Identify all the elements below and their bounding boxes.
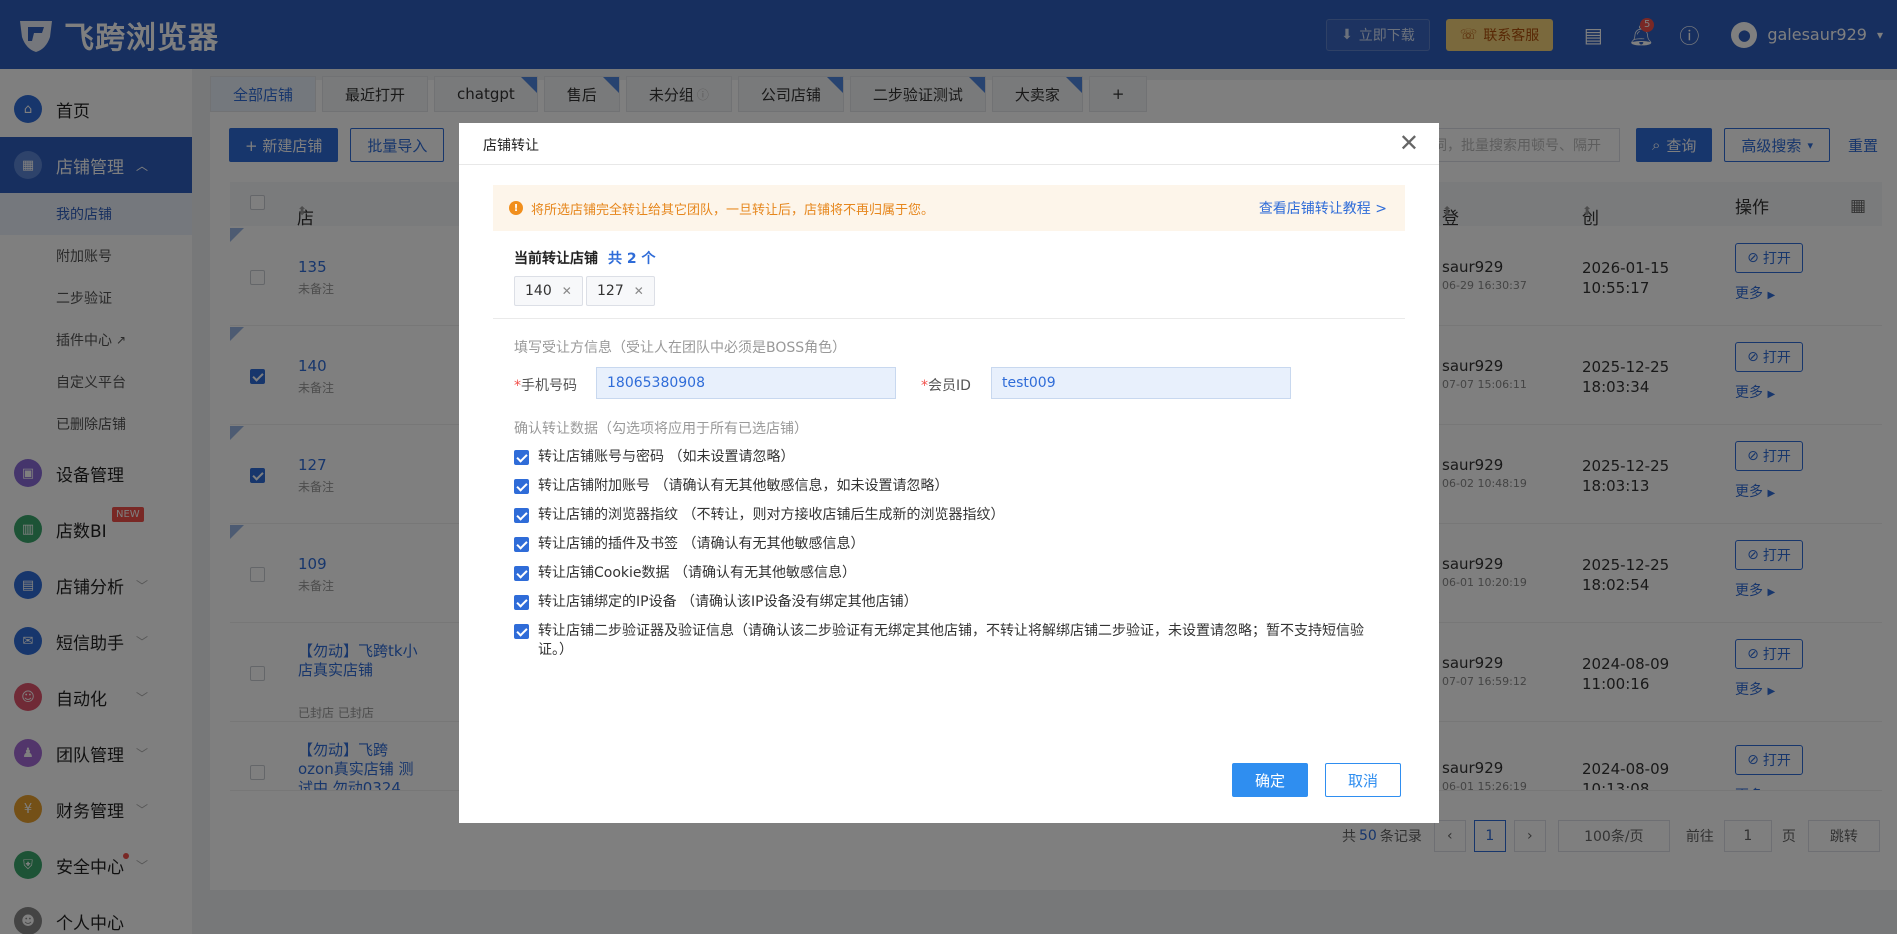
current-shops-label: 当前转让店铺共 2 个 xyxy=(514,248,656,268)
phone-input[interactable]: 18065380908 xyxy=(596,367,896,399)
current-count: 共 2 个 xyxy=(608,251,656,267)
phone-label-text: 手机号码 xyxy=(521,378,577,394)
confirm-button[interactable]: 确定 xyxy=(1232,763,1308,797)
option-checkbox[interactable] xyxy=(514,537,529,552)
divider xyxy=(493,318,1405,319)
transfer-option[interactable]: 转让店铺绑定的IP设备 （请确认该IP设备没有绑定其他店铺） xyxy=(514,593,1384,612)
transfer-option[interactable]: 转让店铺附加账号 （请确认有无其他敏感信息，如未设置请忽略） xyxy=(514,477,1384,496)
option-checkbox[interactable] xyxy=(514,508,529,523)
option-label: 转让店铺Cookie数据 （请确认有无其他敏感信息） xyxy=(538,565,856,581)
member-id-input[interactable]: test009 xyxy=(991,367,1291,399)
option-checkbox[interactable] xyxy=(514,566,529,581)
option-checkbox[interactable] xyxy=(514,595,529,610)
remove-icon[interactable]: ✕ xyxy=(562,284,572,298)
confirm-data-label: 确认转让数据（勾选项将应用于所有已选店铺） xyxy=(514,421,808,437)
option-checkbox[interactable] xyxy=(514,624,529,639)
dialog-title: 店铺转让 xyxy=(483,138,539,154)
transfer-option[interactable]: 转让店铺的插件及书签 （请确认有无其他敏感信息） xyxy=(514,535,1384,554)
chip-label: 140 xyxy=(525,283,552,299)
current-label: 当前转让店铺 xyxy=(514,251,598,267)
close-icon[interactable]: ✕ xyxy=(1399,129,1419,157)
option-label: 转让店铺绑定的IP设备 （请确认该IP设备没有绑定其他店铺） xyxy=(538,594,918,610)
option-label: 转让店铺附加账号 （请确认有无其他敏感信息，如未设置请忽略） xyxy=(538,478,949,494)
remove-icon[interactable]: ✕ xyxy=(634,284,644,298)
transfer-shop-dialog: 店铺转让 ✕ ! 将所选店铺完全转让给其它团队，一旦转让后，店铺将不再归属于您。… xyxy=(459,123,1439,823)
member-id-label: *会员ID xyxy=(921,378,971,394)
warning-banner: ! 将所选店铺完全转让给其它团队，一旦转让后，店铺将不再归属于您。 查看店铺转让… xyxy=(493,185,1405,231)
cancel-button[interactable]: 取消 xyxy=(1325,763,1401,797)
warning-icon: ! xyxy=(509,201,523,215)
transfer-option[interactable]: 转让店铺的浏览器指纹 （不转让，则对方接收店铺后生成新的浏览器指纹） xyxy=(514,506,1384,525)
transfer-option[interactable]: 转让店铺Cookie数据 （请确认有无其他敏感信息） xyxy=(514,564,1384,583)
option-label: 转让店铺的插件及书签 （请确认有无其他敏感信息） xyxy=(538,536,865,552)
receiver-info-label: 填写受让方信息（受让人在团队中必须是BOSS角色） xyxy=(514,340,847,356)
member-label-text: 会员ID xyxy=(928,378,971,394)
divider xyxy=(459,164,1439,165)
chip-label: 127 xyxy=(597,283,624,299)
option-checkbox[interactable] xyxy=(514,450,529,465)
transfer-option[interactable]: 转让店铺二步验证器及验证信息（请确认该二步验证有无绑定其他店铺，不转让将解绑店铺… xyxy=(514,622,1384,660)
warning-text: 将所选店铺完全转让给其它团队，一旦转让后，店铺将不再归属于您。 xyxy=(531,202,935,218)
option-label: 转让店铺的浏览器指纹 （不转让，则对方接收店铺后生成新的浏览器指纹） xyxy=(538,507,1005,523)
option-label: 转让店铺二步验证器及验证信息（请确认该二步验证有无绑定其他店铺，不转让将解绑店铺… xyxy=(538,623,1364,658)
shop-chip: 140 ✕ xyxy=(514,276,583,306)
transfer-option[interactable]: 转让店铺账号与密码 （如未设置请忽略） xyxy=(514,448,1384,467)
phone-label: *手机号码 xyxy=(514,378,577,394)
shop-chip: 127 ✕ xyxy=(586,276,655,306)
tutorial-link[interactable]: 查看店铺转让教程 > xyxy=(1259,198,1387,218)
option-label: 转让店铺账号与密码 （如未设置请忽略） xyxy=(538,449,795,465)
option-checkbox[interactable] xyxy=(514,479,529,494)
